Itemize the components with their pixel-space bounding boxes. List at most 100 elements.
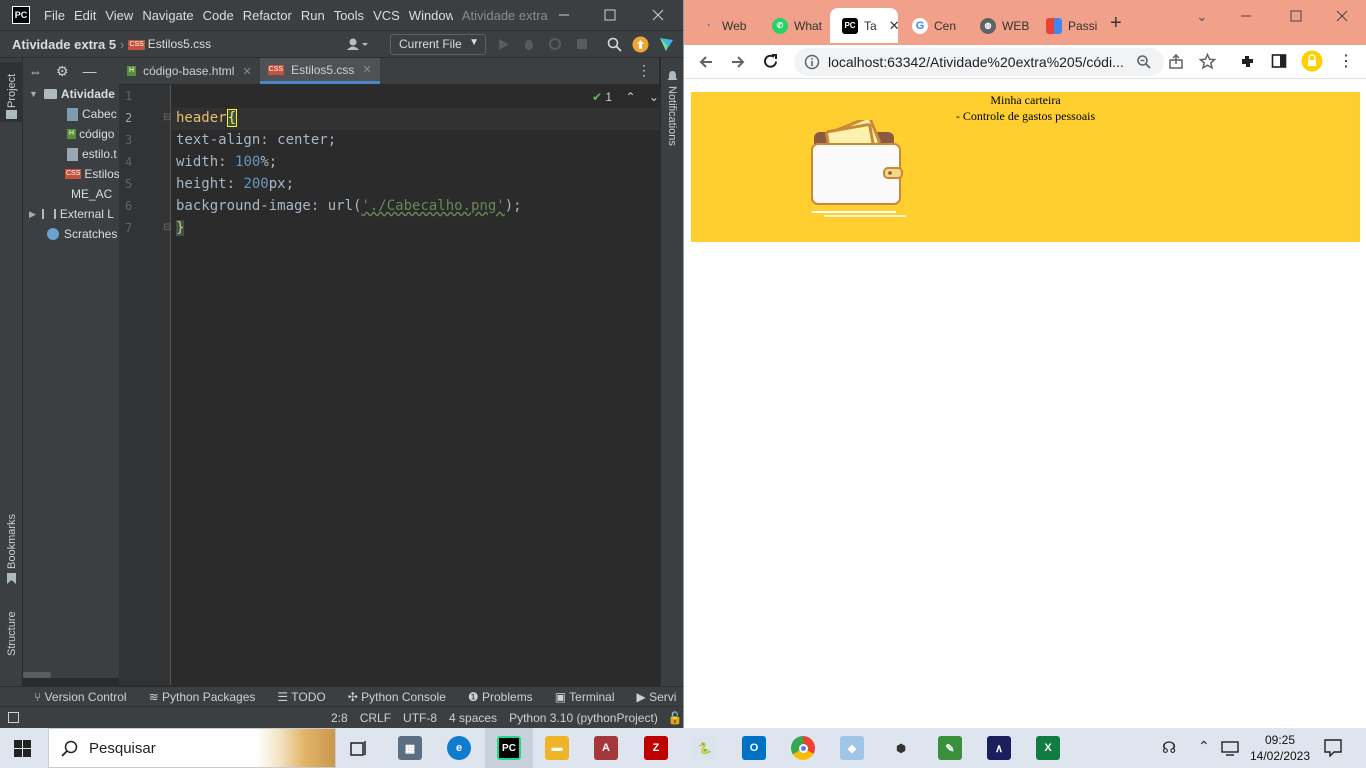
project-tool-button[interactable]: Project <box>0 62 23 122</box>
fold-icon[interactable]: ⊟ <box>163 222 171 233</box>
python-interpreter[interactable]: Python 3.10 (pythonProject) <box>509 711 658 725</box>
collapse-all-icon[interactable]: ⇔ <box>29 64 42 79</box>
browser-tab[interactable]: G Cen <box>900 8 966 43</box>
indent-setting[interactable]: 4 spaces <box>449 711 497 725</box>
tool-services[interactable]: ▶ Servi <box>637 690 677 704</box>
menu-window[interactable]: Window <box>409 8 453 23</box>
close-icon[interactable]: ✕ <box>889 18 898 34</box>
side-panel-icon[interactable] <box>1271 53 1287 69</box>
browser-tab[interactable]: ✆ What <box>760 8 828 43</box>
network-icon[interactable] <box>1221 740 1239 756</box>
share-icon[interactable] <box>1168 54 1184 70</box>
minimize-icon[interactable] <box>1240 10 1252 22</box>
menu-refactor[interactable]: Refactor <box>243 8 292 23</box>
tree-item-project-root[interactable]: ▼ Atividade <box>23 84 119 104</box>
extensions-icon[interactable] <box>1239 53 1256 70</box>
taskbar-search[interactable]: Pesquisar <box>48 728 336 768</box>
reload-icon[interactable] <box>762 53 779 70</box>
forward-icon[interactable] <box>730 54 746 70</box>
calculator-icon[interactable]: ▦ <box>398 736 422 760</box>
structure-tool-button[interactable]: Structure <box>0 606 23 666</box>
bookmark-star-icon[interactable] <box>1199 53 1216 70</box>
tree-item-external-libraries[interactable]: ▶ External L <box>23 204 119 224</box>
python-idle-icon[interactable]: 🐍 <box>693 736 717 760</box>
menu-run[interactable]: Run <box>301 8 325 23</box>
breadcrumb-file[interactable]: CSS Estilos5.css <box>128 37 211 51</box>
chrome-icon[interactable] <box>791 736 815 760</box>
info-icon[interactable] <box>804 54 820 70</box>
back-icon[interactable] <box>698 54 714 70</box>
close-icon[interactable]: ✕ <box>242 65 251 78</box>
debug-icon[interactable] <box>522 37 536 51</box>
menu-code[interactable]: Code <box>203 8 234 23</box>
app-icon[interactable]: ∧ <box>987 736 1011 760</box>
bell-icon[interactable] <box>667 70 678 82</box>
lock-icon[interactable]: 🔓 <box>668 711 683 725</box>
update-icon[interactable] <box>632 36 649 53</box>
tree-item-file[interactable]: H código <box>23 124 119 144</box>
maximize-icon[interactable] <box>1290 10 1302 22</box>
run-icon[interactable] <box>498 38 510 51</box>
zoom-icon[interactable] <box>1136 54 1152 70</box>
tool-problems[interactable]: ❶ Problems <box>468 690 533 704</box>
menu-vcs[interactable]: VCS <box>373 8 400 23</box>
windows-start-icon[interactable] <box>14 740 31 757</box>
tab-search-icon[interactable]: ⌄ <box>1196 8 1208 25</box>
browser-tab[interactable]: Passi <box>1034 8 1100 43</box>
search-icon[interactable] <box>607 37 622 52</box>
tool-version-control[interactable]: ⑂ Version Control <box>34 690 127 704</box>
taskbar-clock[interactable]: 09:25 14/02/2023 <box>1245 732 1315 764</box>
tab-codigo-base-html[interactable]: H código-base.html ✕ <box>119 58 260 84</box>
tree-item-file[interactable]: Cabec <box>23 104 119 124</box>
project-icon[interactable]: ✎ <box>938 736 962 760</box>
tool-python-packages[interactable]: ≋ Python Packages <box>149 690 256 704</box>
code-editor[interactable]: header{ text-align: center; width: 100%;… <box>172 85 660 685</box>
line-separator[interactable]: CRLF <box>360 711 391 725</box>
task-view-icon[interactable] <box>350 740 368 756</box>
coverage-icon[interactable] <box>548 37 562 51</box>
maximize-button[interactable] <box>587 0 633 30</box>
inspection-widget[interactable]: ✔ 1 ⌃ ⌄ <box>592 90 659 104</box>
tree-item-file[interactable]: ME_AC <box>23 184 119 204</box>
profile-avatar-icon[interactable] <box>1301 50 1323 72</box>
caret-position[interactable]: 2:8 <box>331 711 348 725</box>
toggle-panels-icon[interactable] <box>8 712 19 723</box>
run-configuration-select[interactable]: Current File ▼ <box>390 34 486 55</box>
menu-file[interactable]: File <box>44 8 65 23</box>
tool-terminal[interactable]: ▣ Terminal <box>555 690 615 704</box>
chevron-down-icon[interactable]: ⌄ <box>649 90 659 104</box>
address-bar[interactable]: localhost:63342/Atividade%20extra%205/có… <box>794 48 1164 76</box>
chevron-up-icon[interactable]: ⌃ <box>625 90 635 104</box>
outlook-icon[interactable]: O <box>742 736 766 760</box>
bookmarks-tool-button[interactable]: Bookmarks <box>0 513 23 593</box>
browser-tab[interactable]: ◔ Web <box>688 8 758 43</box>
people-icon[interactable]: ☊ <box>1162 738 1176 758</box>
file-explorer-icon[interactable]: ▬ <box>545 736 569 760</box>
stop-icon[interactable] <box>576 38 588 50</box>
user-icon[interactable] <box>346 37 368 51</box>
access-icon[interactable]: A <box>594 736 618 760</box>
minimize-button[interactable] <box>541 0 587 30</box>
close-icon[interactable]: ✕ <box>362 63 371 76</box>
tree-item-file[interactable]: estilo.t <box>23 144 119 164</box>
tab-estilos5-css[interactable]: CSS Estilos5.css ✕ <box>259 58 380 84</box>
fold-icon[interactable]: ⊟ <box>163 112 171 123</box>
menu-icon[interactable]: ⋮ <box>1338 51 1354 71</box>
horizontal-scrollbar[interactable] <box>23 672 51 678</box>
tool-python-console[interactable]: ✣ Python Console <box>348 690 446 704</box>
filezilla-icon[interactable]: Z <box>644 736 668 760</box>
gear-icon[interactable]: ⚙ <box>56 63 69 80</box>
menu-tools[interactable]: Tools <box>334 8 364 23</box>
jetbrains-ai-icon[interactable] <box>658 36 675 53</box>
file-encoding[interactable]: UTF-8 <box>403 711 437 725</box>
breadcrumb-project[interactable]: Atividade extra 5 <box>12 37 116 52</box>
excel-icon[interactable]: X <box>1036 736 1060 760</box>
menu-view[interactable]: View <box>105 8 133 23</box>
tool-todo[interactable]: ☰ TODO <box>277 690 325 704</box>
chevron-up-icon[interactable]: ⌃ <box>1198 738 1210 755</box>
more-icon[interactable]: ⋮ <box>637 62 651 79</box>
tree-item-scratches[interactable]: Scratches <box>23 224 119 244</box>
tree-item-file[interactable]: CSS Estilos <box>23 164 119 184</box>
close-icon[interactable] <box>1336 10 1348 22</box>
notes-icon[interactable]: ◆ <box>840 736 864 760</box>
